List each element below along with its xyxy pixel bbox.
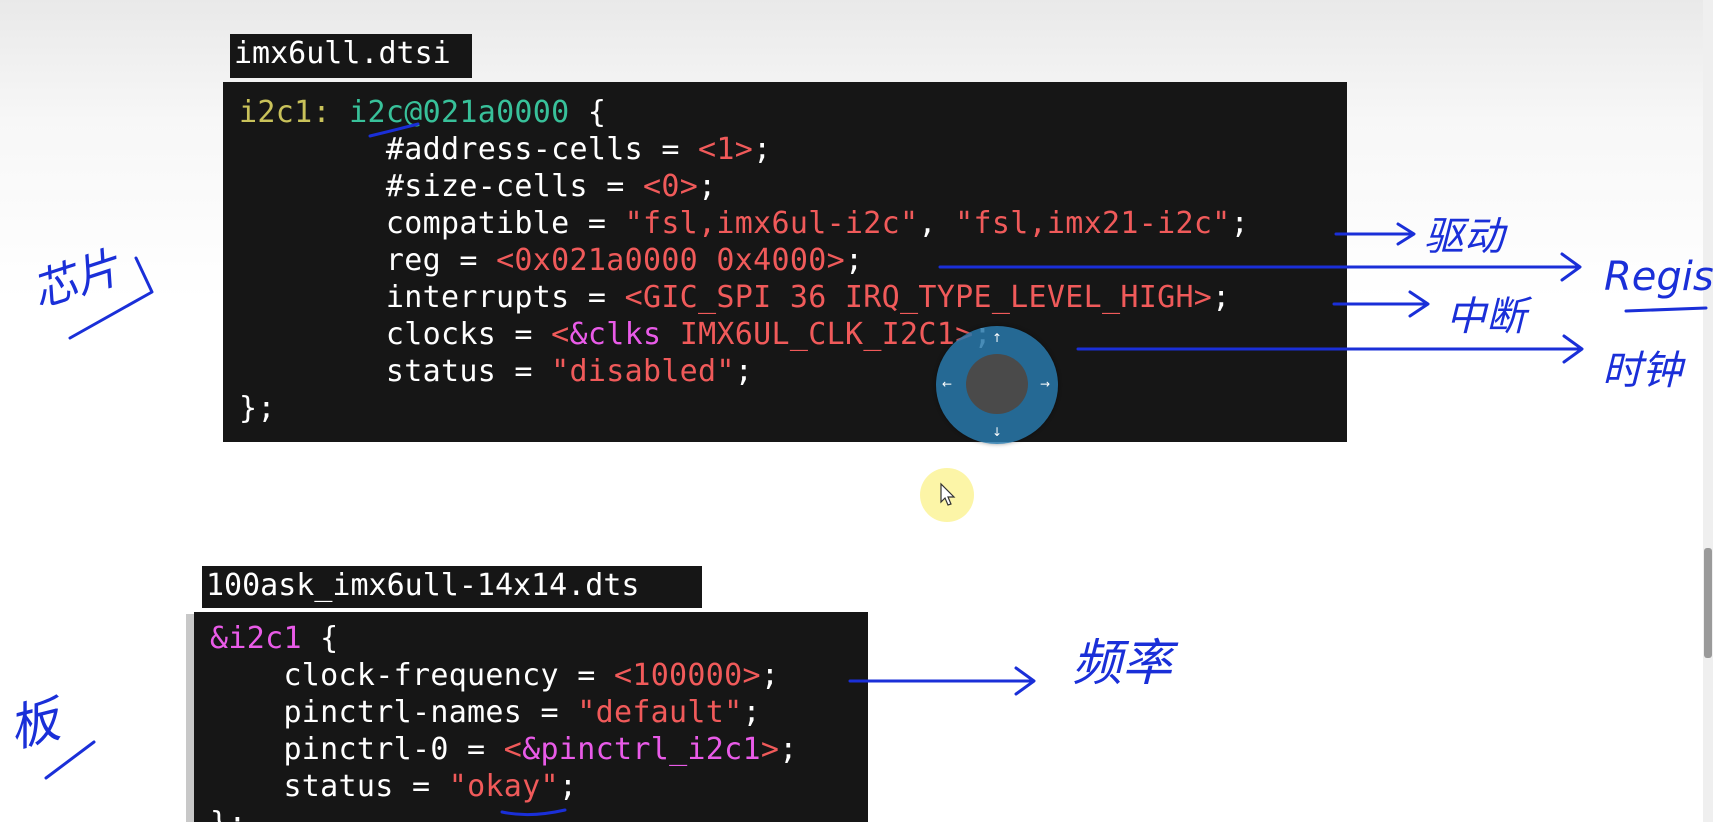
arrow-right-icon[interactable]: → [1040, 378, 1050, 390]
bottom-code-token: < [503, 732, 523, 767]
ink-underline-register [1624, 306, 1708, 313]
bottom-code-line: pinctrl-names = "default"; [210, 694, 761, 731]
top-code-token: ; [1230, 206, 1249, 241]
ink-arrow-driver [1334, 222, 1416, 246]
top-code-line: clocks = <&clks IMX6UL_CLK_I2C1>; [239, 316, 992, 353]
ink-label-interrupt: 中断 [1446, 294, 1533, 340]
ink-arrow-interrupt [1332, 290, 1430, 318]
bottom-code-token: &pinctrl_i2c1 [522, 732, 761, 767]
top-code-token: &clks [569, 317, 662, 352]
bottom-code-token: clock-frequency = [210, 658, 614, 693]
cursor-highlight [920, 468, 974, 522]
top-code-token: <0> [642, 169, 699, 204]
ink-bracket-chip [68, 256, 154, 340]
top-code-token: "fsl,imx21-i2c" [955, 206, 1231, 241]
top-code-token: <0x021a0000 0x4000> [496, 243, 845, 278]
top-code-token: "fsl,imx6ul-i2c" [624, 206, 919, 241]
arrow-left-icon[interactable]: ← [942, 378, 952, 390]
top-code-token: <GIC_SPI 36 IRQ_TYPE_LEVEL_HIGH> [624, 280, 1213, 315]
bottom-code-token: pinctrl-names = [210, 695, 578, 730]
bottom-code-line: pinctrl-0 = <&pinctrl_i2c1>; [210, 731, 798, 768]
bottom-code-token: "okay" [448, 769, 559, 804]
bottom-code-line: &i2c1 { [210, 620, 339, 657]
ink-label-frequency: 频率 [1072, 634, 1179, 692]
top-code-token: reg = [239, 243, 497, 278]
bottom-file-label: 100ask_imx6ull-14x14.dts [202, 566, 702, 608]
top-code-token: i2c@021a0000 [349, 95, 570, 130]
arrow-down-icon[interactable]: ↓ [992, 426, 1002, 438]
ink-label-register: Regist [1604, 254, 1713, 300]
top-code-token: < [551, 317, 570, 352]
top-code-block: i2c1: i2c@021a0000 { #address-cells = <1… [223, 82, 1347, 442]
top-code-token: , [918, 206, 956, 241]
top-code-token: i2c1: [239, 95, 350, 130]
bottom-code-block: &i2c1 { clock-frequency = <100000>; pinc… [194, 612, 868, 822]
top-code-token: <1> [698, 132, 754, 167]
editor-left-scrollbar[interactable] [186, 614, 194, 822]
top-code-line: status = "disabled"; [239, 353, 753, 390]
bottom-code-token: status = [210, 769, 449, 804]
top-code-token: ; [844, 243, 864, 278]
bottom-code-token: ; [779, 732, 798, 767]
ink-bracket-board [44, 740, 96, 780]
top-code-token: { [569, 95, 607, 130]
bottom-code-token: &i2c1 [210, 621, 302, 656]
top-code-token: ; [734, 354, 754, 389]
pan-navigation-center[interactable] [966, 354, 1028, 414]
top-code-line: #address-cells = <1>; [239, 131, 772, 168]
bottom-code-token: { [301, 621, 339, 656]
bottom-code-token: <100000> [613, 658, 761, 693]
top-code-token: }; [239, 391, 276, 426]
bottom-code-token: > [760, 732, 780, 767]
top-code-token: #size-cells = [239, 169, 643, 204]
top-code-line: interrupts = <GIC_SPI 36 IRQ_TYPE_LEVEL_… [239, 279, 1231, 316]
top-code-line: }; [239, 390, 276, 427]
top-code-line: reg = <0x021a0000 0x4000>; [239, 242, 863, 279]
bottom-code-line: clock-frequency = <100000>; [210, 657, 779, 694]
top-code-token: interrupts = [239, 280, 625, 315]
top-code-token: IMX6UL_CLK_I2C1> [661, 317, 974, 352]
top-code-token: ; [698, 169, 717, 204]
top-code-token: clocks = [239, 317, 552, 352]
bottom-code-token: ; [558, 769, 578, 804]
top-code-token: ; [753, 132, 772, 167]
top-code-token: ; [1212, 280, 1231, 315]
bottom-code-line: status = "okay"; [210, 768, 577, 805]
top-code-token: #address-cells = [239, 132, 699, 167]
bottom-code-line: }; [210, 805, 247, 822]
bottom-code-token: ; [760, 658, 780, 693]
page-scroll-thumb[interactable] [1704, 548, 1712, 658]
bottom-code-token: "default" [577, 695, 743, 730]
top-code-token: compatible = [239, 206, 625, 241]
top-code-line: i2c1: i2c@021a0000 { [239, 94, 606, 131]
top-file-label: imx6ull.dtsi [230, 34, 472, 78]
ink-label-chip: 芯片 [26, 241, 128, 318]
bottom-code-token: pinctrl-0 = [210, 732, 504, 767]
ink-label-driver: 驱动 [1424, 214, 1508, 260]
bottom-code-token: }; [210, 806, 247, 822]
top-code-token: status = [239, 354, 552, 389]
page-scrollbar[interactable] [1703, 0, 1713, 822]
top-code-line: #size-cells = <0>; [239, 168, 716, 205]
top-code-line: compatible = "fsl,imx6ul-i2c", "fsl,imx2… [239, 205, 1249, 242]
ink-arrow-frequency [848, 666, 1036, 696]
pan-navigation-icon[interactable]: ↑ ↓ ← → [936, 326, 1058, 444]
ink-label-clock: 时钟 [1602, 348, 1686, 394]
bottom-code-token: ; [742, 695, 761, 730]
arrow-up-icon[interactable]: ↑ [992, 332, 1002, 344]
top-code-token: "disabled" [551, 354, 735, 389]
ink-label-board: 板 [3, 689, 71, 759]
